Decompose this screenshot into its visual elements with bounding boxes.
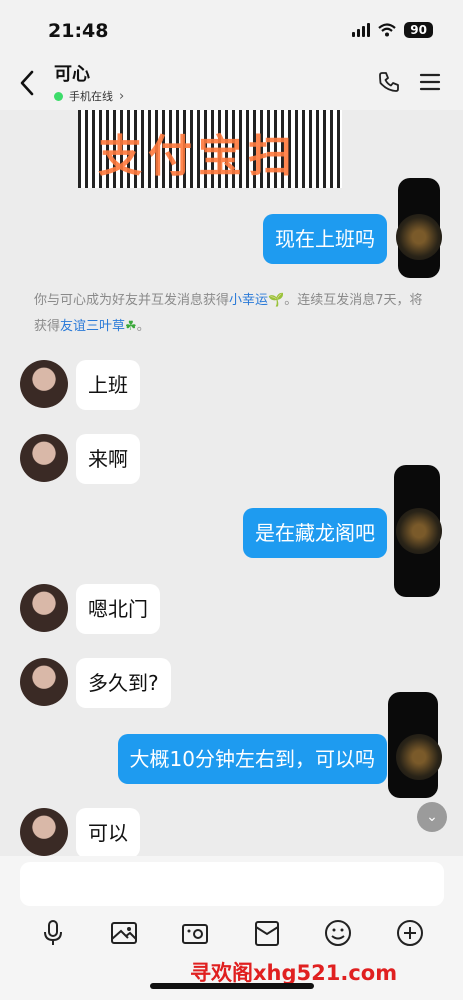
plus-icon[interactable] — [395, 918, 425, 948]
system-message-text: 你与可心成为好友并互发消息获得 — [34, 293, 230, 308]
camera-icon[interactable] — [180, 918, 210, 948]
sprout-icon: 🌱 — [268, 293, 285, 308]
chat-area[interactable]: 支付宝扫 现在上班吗 你与可心成为好友并互发消息获得小幸运🌱。连续互发消息7天，… — [0, 110, 463, 856]
self-avatar[interactable] — [396, 214, 442, 260]
message-bubble-incoming[interactable]: 来啊 — [76, 434, 140, 484]
battery-indicator: 90 — [404, 22, 433, 38]
system-message-text: 。 — [136, 319, 150, 334]
contact-name[interactable]: 可心 — [54, 60, 90, 86]
clover-link[interactable]: 友谊三叶草 — [60, 319, 125, 334]
emoji-icon[interactable] — [323, 918, 353, 948]
contact-avatar[interactable] — [20, 584, 68, 632]
clover-icon: ☘ — [125, 319, 137, 334]
system-message: 你与可心成为好友并互发消息获得小幸运🌱。连续互发消息7天，将获得友谊三叶草☘。 — [34, 288, 434, 340]
message-bubble-incoming[interactable]: 多久到? — [76, 658, 171, 708]
message-bubble-incoming[interactable]: 上班 — [76, 360, 140, 410]
qr-overlay-text: 支付宝扫 — [98, 131, 298, 182]
online-status[interactable]: 手机在线 › — [54, 88, 124, 104]
status-bar: 21:48 90 — [0, 0, 463, 58]
contact-avatar[interactable] — [20, 360, 68, 408]
qr-code-image[interactable]: 支付宝扫 — [78, 110, 342, 188]
phone-icon[interactable] — [377, 70, 401, 94]
online-status-label: 手机在线 — [69, 90, 113, 103]
message-bubble-outgoing[interactable]: 大概10分钟左右到，可以吗 — [117, 734, 387, 784]
status-time: 21:48 — [48, 20, 109, 42]
input-toolbar — [0, 918, 463, 954]
message-bubble-incoming[interactable]: 嗯北门 — [76, 584, 160, 634]
message-input[interactable] — [20, 862, 444, 906]
home-indicator — [150, 983, 314, 989]
chevron-down-icon: ⌄ — [426, 809, 438, 825]
message-bubble-outgoing[interactable]: 是在藏龙阁吧 — [243, 508, 387, 558]
online-dot-icon — [54, 91, 63, 101]
image-icon[interactable] — [109, 918, 139, 948]
chat-header: 可心 手机在线 › — [0, 58, 463, 110]
self-avatar[interactable] — [396, 508, 442, 554]
back-arrow-icon[interactable] — [16, 68, 38, 98]
message-bubble-incoming[interactable]: 可以 — [76, 808, 140, 856]
message-bubble-outgoing[interactable]: 现在上班吗 — [263, 214, 387, 264]
lucky-link[interactable]: 小幸运 — [229, 293, 268, 308]
signal-icon — [352, 23, 371, 37]
wifi-icon — [378, 23, 397, 37]
chevron-right-icon: › — [119, 88, 125, 104]
self-avatar[interactable] — [396, 734, 442, 780]
status-icons: 90 — [352, 22, 433, 38]
input-area: 寻欢阁xhg521.com — [0, 856, 463, 1000]
red-packet-icon[interactable] — [252, 918, 282, 948]
contact-avatar[interactable] — [20, 808, 68, 856]
scroll-down-button[interactable]: ⌄ — [417, 802, 447, 832]
contact-avatar[interactable] — [20, 434, 68, 482]
contact-avatar[interactable] — [20, 658, 68, 706]
menu-icon[interactable] — [419, 72, 441, 92]
microphone-icon[interactable] — [38, 918, 68, 948]
